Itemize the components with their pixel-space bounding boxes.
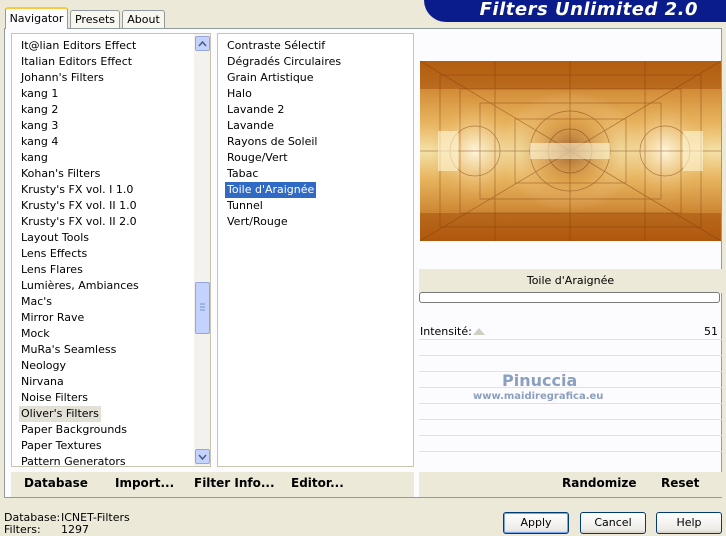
category-item[interactable]: Johann's Filters bbox=[19, 70, 106, 86]
app-title: Filters Unlimited 2.0 bbox=[479, 0, 698, 20]
category-list[interactable]: It@lian Editors Effect Italian Editors Ef… bbox=[11, 33, 211, 467]
preview-texture bbox=[420, 61, 721, 241]
filter-item[interactable]: Halo bbox=[225, 86, 254, 102]
import-button[interactable]: Import... bbox=[115, 476, 174, 490]
title-banner: Filters Unlimited 2.0 bbox=[424, 0, 726, 22]
filter-item[interactable]: Contraste Sélectif bbox=[225, 38, 327, 54]
param-row-empty bbox=[419, 436, 722, 452]
reset-button[interactable]: Reset bbox=[661, 476, 699, 490]
chevron-up-icon bbox=[198, 40, 207, 47]
editor-button[interactable]: Editor... bbox=[291, 476, 344, 490]
filter-item[interactable]: Dégradés Circulaires bbox=[225, 54, 343, 70]
param-label: Intensité: bbox=[420, 325, 472, 338]
category-item[interactable]: Neology bbox=[19, 358, 68, 374]
grip-icon bbox=[200, 303, 205, 311]
status-filters-value: 1297 bbox=[61, 523, 89, 536]
category-item[interactable]: Krusty's FX vol. I 1.0 bbox=[19, 182, 135, 198]
category-item[interactable]: Lens Flares bbox=[19, 262, 85, 278]
filter-item[interactable]: Tabac bbox=[225, 166, 260, 182]
category-item[interactable]: Italian Editors Effect bbox=[19, 54, 134, 70]
tab-navigator[interactable]: Navigator bbox=[5, 7, 68, 29]
scroll-thumb[interactable] bbox=[195, 282, 210, 334]
watermark-name: Pinuccia bbox=[502, 371, 578, 390]
category-item[interactable]: Pattern Generators bbox=[19, 454, 128, 466]
filter-item[interactable]: Lavande bbox=[225, 118, 276, 134]
filter-item[interactable]: Lavande 2 bbox=[225, 102, 286, 118]
param-row-empty bbox=[419, 340, 722, 356]
chevron-down-icon bbox=[198, 453, 207, 460]
category-item[interactable]: Layout Tools bbox=[19, 230, 91, 246]
category-item[interactable]: kang 3 bbox=[19, 118, 60, 134]
filter-item[interactable]: Toile d'Araignée bbox=[225, 182, 317, 198]
filter-item[interactable]: Vert/Rouge bbox=[225, 214, 290, 230]
cancel-button[interactable]: Cancel bbox=[580, 512, 646, 534]
category-scrollbar[interactable] bbox=[194, 34, 210, 466]
category-item[interactable]: Mock bbox=[19, 326, 52, 342]
param-row-intensity[interactable]: Intensité: 51 bbox=[419, 324, 722, 340]
category-item[interactable]: kang bbox=[19, 150, 50, 166]
category-item[interactable]: kang 1 bbox=[19, 86, 60, 102]
navigator-panel: It@lian Editors Effect Italian Editors Ef… bbox=[4, 28, 722, 498]
category-item[interactable]: Kohan's Filters bbox=[19, 166, 102, 182]
list-toolbar: Database Import... Filter Info... Editor… bbox=[11, 472, 414, 497]
param-row-empty bbox=[419, 420, 722, 436]
status-filters-label: Filters: bbox=[4, 523, 41, 536]
progress-bar bbox=[419, 292, 720, 303]
category-item[interactable]: Noise Filters bbox=[19, 390, 90, 406]
category-item[interactable]: Krusty's FX vol. II 1.0 bbox=[19, 198, 139, 214]
category-item[interactable]: It@lian Editors Effect bbox=[19, 38, 138, 54]
filter-item[interactable]: Rayons de Soleil bbox=[225, 134, 319, 150]
filter-info-button[interactable]: Filter Info... bbox=[194, 476, 275, 490]
category-item[interactable]: MuRa's Seamless bbox=[19, 342, 118, 358]
filter-item[interactable]: Grain Artistique bbox=[225, 70, 316, 86]
filter-name-label: Toile d'Araignée bbox=[419, 269, 722, 293]
param-value: 51 bbox=[704, 325, 718, 338]
apply-button[interactable]: Apply bbox=[503, 512, 569, 534]
category-item[interactable]: kang 2 bbox=[19, 102, 60, 118]
category-item[interactable]: Nirvana bbox=[19, 374, 66, 390]
category-item[interactable]: Lumières, Ambiances bbox=[19, 278, 141, 294]
param-row-empty bbox=[419, 356, 722, 372]
status-filters: Filters: 1297 bbox=[4, 523, 89, 536]
randomize-button[interactable]: Randomize bbox=[562, 476, 636, 490]
category-item[interactable]: Oliver's Filters bbox=[19, 406, 101, 422]
category-item[interactable]: Mac's bbox=[19, 294, 54, 310]
preview-toolbar: Randomize Reset bbox=[419, 472, 722, 497]
category-item[interactable]: Paper Textures bbox=[19, 438, 104, 454]
database-button[interactable]: Database bbox=[24, 476, 88, 490]
scroll-up-button[interactable] bbox=[195, 36, 210, 51]
category-item[interactable]: Lens Effects bbox=[19, 246, 89, 262]
scroll-down-button[interactable] bbox=[195, 449, 210, 464]
filter-item[interactable]: Tunnel bbox=[225, 198, 265, 214]
filter-item[interactable]: Rouge/Vert bbox=[225, 150, 290, 166]
help-button[interactable]: Help bbox=[656, 512, 722, 534]
tab-presets[interactable]: Presets bbox=[70, 10, 120, 28]
category-item[interactable]: Mirror Rave bbox=[19, 310, 86, 326]
category-item[interactable]: Paper Backgrounds bbox=[19, 422, 129, 438]
filter-list[interactable]: Contraste Sélectif Dégradés Circulaires Gr… bbox=[217, 33, 414, 467]
category-item[interactable]: Krusty's FX vol. II 2.0 bbox=[19, 214, 139, 230]
watermark-url: www.maidiregrafica.eu bbox=[473, 391, 604, 402]
param-row-empty bbox=[419, 404, 722, 420]
slider-thumb-icon[interactable] bbox=[473, 328, 485, 335]
preview-image bbox=[420, 61, 721, 241]
category-item[interactable]: kang 4 bbox=[19, 134, 60, 150]
tab-about[interactable]: About bbox=[122, 10, 165, 28]
